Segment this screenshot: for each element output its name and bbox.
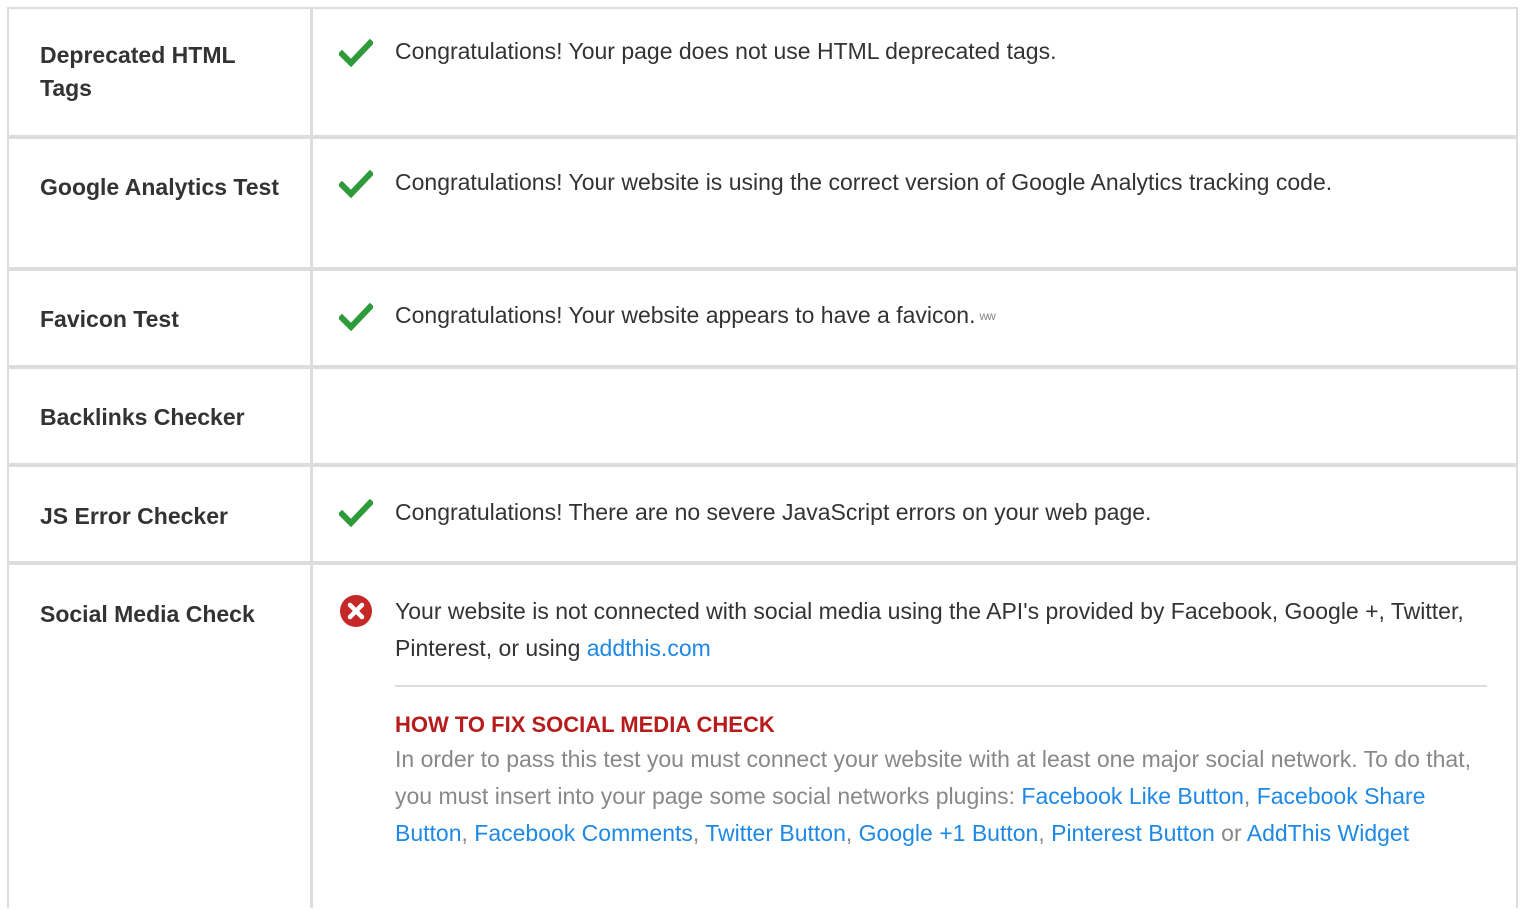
favicon-message-text: Congratulations! Your website appears to…	[395, 302, 976, 328]
table-row: Deprecated HTML Tags Congratulations! Yo…	[9, 9, 1516, 139]
row-label-backlinks-checker: Backlinks Checker	[40, 404, 245, 430]
row-message: Congratulations! Your page does not use …	[395, 38, 1057, 64]
table-row: Favicon Test Congratulations! Your websi…	[9, 271, 1516, 369]
table-row: Social Media Check Your website is not c…	[9, 565, 1516, 910]
error-circle-icon	[339, 594, 373, 628]
row-label-favicon-test: Favicon Test	[40, 306, 179, 332]
row-message: Congratulations! Your website is using t…	[395, 169, 1333, 195]
fix-section-text: In order to pass this test you must conn…	[395, 746, 1472, 846]
row-label-social-media-check: Social Media Check	[40, 601, 255, 627]
table-row: JS Error Checker Congratulations! There …	[9, 467, 1516, 565]
pinterest-button-link[interactable]: Pinterest Button	[1051, 820, 1215, 846]
row-label-js-error-checker: JS Error Checker	[40, 503, 228, 529]
row-message: Your website is not connected with socia…	[395, 593, 1486, 667]
google-plus-one-button-link[interactable]: Google +1 Button	[859, 820, 1039, 846]
row-label-deprecated-html-tags: Deprecated HTML Tags	[40, 42, 236, 101]
or-text: or	[1221, 820, 1242, 846]
check-icon	[339, 496, 373, 530]
check-icon	[339, 300, 373, 334]
addthis-link[interactable]: addthis.com	[587, 635, 711, 661]
addthis-widget-link[interactable]: AddThis Widget	[1247, 820, 1409, 846]
row-label-google-analytics-test: Google Analytics Test	[40, 174, 279, 200]
row-message: Congratulations! Your website appears to…	[395, 297, 1486, 335]
seo-report-table: Deprecated HTML Tags Congratulations! Yo…	[7, 7, 1518, 908]
fix-section-title: HOW TO FIX SOCIAL MEDIA CHECK	[395, 712, 775, 737]
twitter-button-link[interactable]: Twitter Button	[705, 820, 846, 846]
social-message-text: Your website is not connected with socia…	[395, 598, 1464, 661]
table-row: Google Analytics Test Congratulations! Y…	[9, 139, 1516, 271]
check-icon	[339, 167, 373, 201]
section-divider	[395, 685, 1487, 687]
facebook-like-button-link[interactable]: Facebook Like Button	[1021, 783, 1243, 809]
table-row: Backlinks Checker	[9, 369, 1516, 467]
check-icon	[339, 36, 373, 70]
favicon-image: ww	[979, 309, 996, 324]
facebook-comments-link[interactable]: Facebook Comments	[474, 820, 693, 846]
row-message: Congratulations! There are no severe Jav…	[395, 499, 1152, 525]
